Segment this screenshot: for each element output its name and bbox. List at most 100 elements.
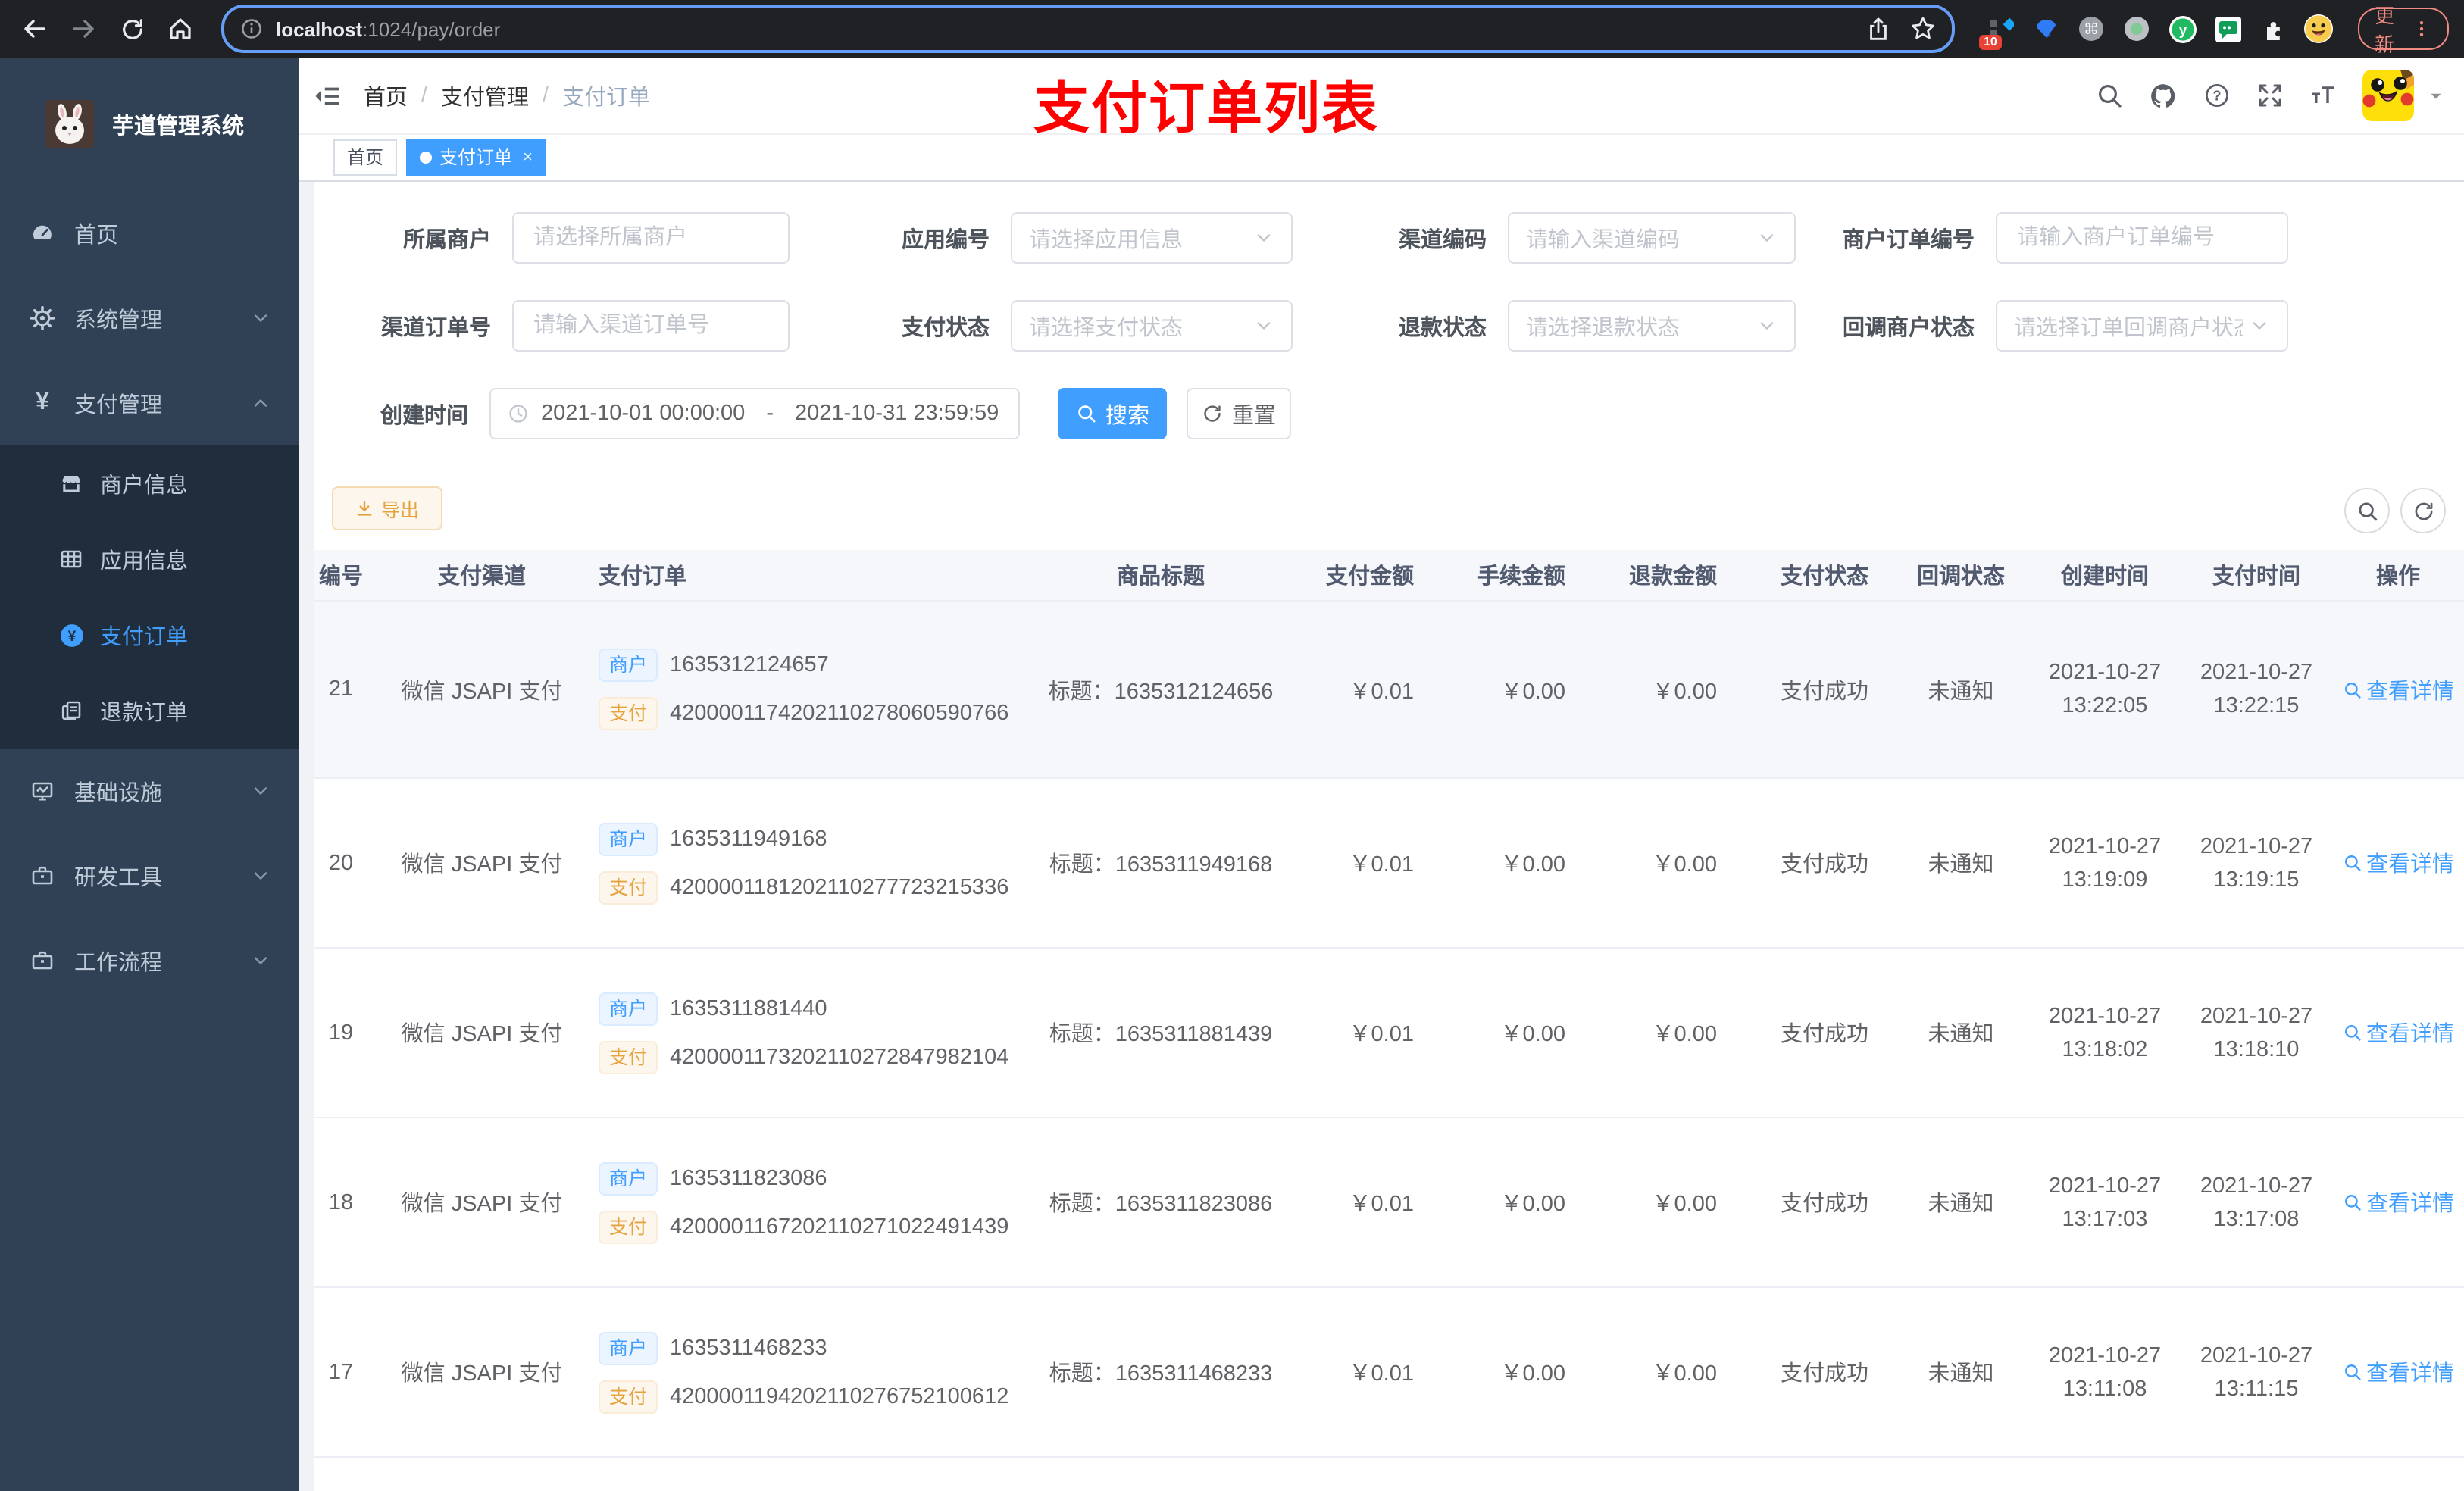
- search-button[interactable]: 搜索: [1058, 388, 1167, 439]
- sidebar-item-merchant-info[interactable]: 商户信息: [0, 445, 299, 521]
- merchant-tag: 商户: [599, 1331, 658, 1364]
- sidebar-item-payment[interactable]: ¥ 支付管理: [0, 361, 299, 445]
- caret-down-icon: [2426, 86, 2446, 105]
- reset-button[interactable]: 重置: [1187, 388, 1291, 439]
- gear-icon: [29, 306, 56, 330]
- sidebar-item-refund-order[interactable]: 退款订单: [0, 673, 299, 749]
- pay-status: 支付成功: [1781, 1023, 1868, 1047]
- close-icon[interactable]: ×: [523, 141, 533, 174]
- font-size-icon[interactable]: [2309, 82, 2337, 109]
- sidebar-item-workflow[interactable]: 工作流程: [0, 918, 299, 1003]
- update-label: 更新: [2375, 5, 2395, 56]
- notify-status-select[interactable]: 请选择订单回调商户状态: [1996, 300, 2288, 352]
- pay-status: 支付成功: [1781, 853, 1868, 877]
- filter-refund-status: 退款状态 请选择退款状态: [1309, 300, 1796, 352]
- chevron-down-icon: [1253, 227, 1274, 248]
- date-end: 2021-10-31 23:59:59: [795, 402, 999, 426]
- sidebar-collapse-icon[interactable]: [314, 81, 342, 110]
- user-menu[interactable]: [2362, 70, 2446, 121]
- export-button[interactable]: 导出: [332, 486, 442, 530]
- merchant-order-no-input[interactable]: [1996, 212, 2288, 264]
- view-detail-link[interactable]: 查看详情: [2342, 1186, 2454, 1218]
- github-icon[interactable]: [2149, 81, 2178, 110]
- pay-order-panel: 所属商户 应用编号 请选择应用信息 渠道编码 请输入渠道编码 商户订单编号: [314, 182, 2464, 1491]
- bookmark-star-icon[interactable]: [1909, 15, 1937, 42]
- chevron-down-icon: [2249, 315, 2270, 336]
- url-bar[interactable]: localhost:1024/pay/order: [221, 5, 1955, 53]
- pay-status-select[interactable]: 请选择支付状态: [1011, 300, 1293, 352]
- table-row[interactable]: 19 微信 JSAPI 支付 商户 1635311881440 支付 4200001…: [314, 949, 2464, 1118]
- sidebar-item-dev-tools[interactable]: 研发工具: [0, 833, 299, 918]
- app-select[interactable]: 请选择应用信息: [1011, 212, 1293, 264]
- view-detail-link[interactable]: 查看详情: [2342, 1017, 2454, 1049]
- merchant-tag: 商户: [599, 992, 658, 1025]
- table-row[interactable]: 18 微信 JSAPI 支付 商户 1635311823086 支付 4200001…: [314, 1118, 2464, 1288]
- browser-back-icon[interactable]: [15, 9, 55, 48]
- breadcrumb-home[interactable]: 首页: [364, 80, 408, 111]
- filter-channel-code: 渠道编码 请输入渠道编码: [1309, 212, 1796, 264]
- browser-toolbar: localhost:1024/pay/order 10 ⌘ y 更新: [0, 0, 2464, 58]
- tag-home[interactable]: 首页: [333, 139, 398, 176]
- table-row[interactable]: 21 微信 JSAPI 支付 商户 1635312124657 支付 4200001…: [314, 602, 2464, 779]
- pay-status: 支付成功: [1781, 1192, 1868, 1217]
- sidebar-item-infrastructure[interactable]: 基础设施: [0, 749, 299, 833]
- refresh-table-button[interactable]: [2400, 488, 2446, 533]
- view-detail-link[interactable]: 查看详情: [2342, 674, 2454, 705]
- page-annotation: 支付订单列表: [1033, 77, 1379, 139]
- fullscreen-icon[interactable]: [2256, 82, 2284, 109]
- chevron-down-icon: [1253, 315, 1274, 336]
- clock-icon: [508, 403, 529, 424]
- extension-command-icon[interactable]: ⌘: [2076, 14, 2106, 44]
- extension-badge: 10: [1979, 35, 2002, 50]
- app-title: 芋道管理系统: [112, 114, 244, 139]
- table-row[interactable]: 17 微信 JSAPI 支付 商户 1635311468233 支付 4200001…: [314, 1288, 2464, 1458]
- table-row[interactable]: 20 微信 JSAPI 支付 商户 1635311949168 支付 4200001…: [314, 779, 2464, 949]
- channel-order-no-input[interactable]: [512, 300, 790, 352]
- browser-home-icon[interactable]: [161, 9, 200, 48]
- payment-submenu: 商户信息 应用信息 ¥ 支付订单 退款订单: [0, 445, 299, 749]
- extension-vue-icon[interactable]: y: [2167, 14, 2197, 44]
- pikachu-avatar: [2362, 70, 2414, 121]
- tag-pay-order[interactable]: 支付订单 ×: [406, 139, 546, 176]
- table-header-row: 编号 支付渠道 支付订单 商品标题 支付金额 手续金额 退款金额 支付状态 回调…: [314, 550, 2464, 602]
- notify-status: 未通知: [1928, 680, 1994, 704]
- site-info-icon[interactable]: [239, 17, 264, 41]
- filter-pay-status: 支付状态 请选择支付状态: [790, 300, 1293, 352]
- sidebar-item-app-info[interactable]: 应用信息: [0, 521, 299, 597]
- sidebar-item-system[interactable]: 系统管理: [0, 276, 299, 361]
- extensions-strip: 10 ⌘ y: [1979, 14, 2334, 50]
- refund-status-select[interactable]: 请选择退款状态: [1508, 300, 1796, 352]
- sidebar-item-home[interactable]: 首页: [0, 191, 299, 276]
- merchant-input[interactable]: [512, 212, 790, 264]
- view-detail-link[interactable]: 查看详情: [2342, 847, 2454, 879]
- browser-menu-kebab-icon[interactable]: [2411, 18, 2432, 39]
- browser-reload-icon[interactable]: [112, 9, 152, 48]
- extension-chat-icon[interactable]: [2212, 14, 2243, 44]
- table-row[interactable]: 商户1635311354796: [314, 1458, 2464, 1491]
- chevron-down-icon: [250, 865, 271, 886]
- extension-balloon-icon[interactable]: [2031, 14, 2061, 44]
- tags-view-bar: 首页 支付订单 ×: [299, 135, 2464, 182]
- sidebar-logo[interactable]: 芋道管理系统: [0, 58, 299, 191]
- profile-smiley-avatar[interactable]: [2303, 14, 2334, 44]
- share-icon[interactable]: [1865, 16, 1891, 42]
- toggle-search-button[interactable]: [2344, 488, 2390, 533]
- svg-text:y: y: [2178, 22, 2187, 38]
- create-time-range-picker[interactable]: 2021-10-01 00:00:00 - 2021-10-31 23:59:5…: [489, 388, 1020, 439]
- store-icon: [58, 471, 85, 495]
- extension-puzzle-icon[interactable]: [2258, 14, 2288, 44]
- extension-grid-icon[interactable]: 10: [1979, 14, 2015, 50]
- view-detail-link[interactable]: 查看详情: [2342, 1356, 2454, 1388]
- breadcrumb-current: 支付订单: [562, 86, 651, 110]
- channel-code-select[interactable]: 请输入渠道编码: [1508, 212, 1796, 264]
- breadcrumb-payment[interactable]: 支付管理: [441, 80, 529, 111]
- help-icon[interactable]: [2203, 82, 2231, 109]
- page-header: 首页 / 支付管理 / 支付订单 支付订单列表: [299, 58, 2464, 139]
- browser-forward-icon[interactable]: [64, 9, 103, 48]
- chevron-down-icon: [1756, 315, 1778, 336]
- browser-update-button[interactable]: 更新: [2358, 5, 2449, 56]
- extension-circle-icon[interactable]: [2122, 14, 2152, 44]
- search-icon[interactable]: [2096, 82, 2123, 109]
- sidebar-item-pay-order[interactable]: ¥ 支付订单: [0, 597, 299, 673]
- pay-tag: 支付: [599, 1380, 658, 1413]
